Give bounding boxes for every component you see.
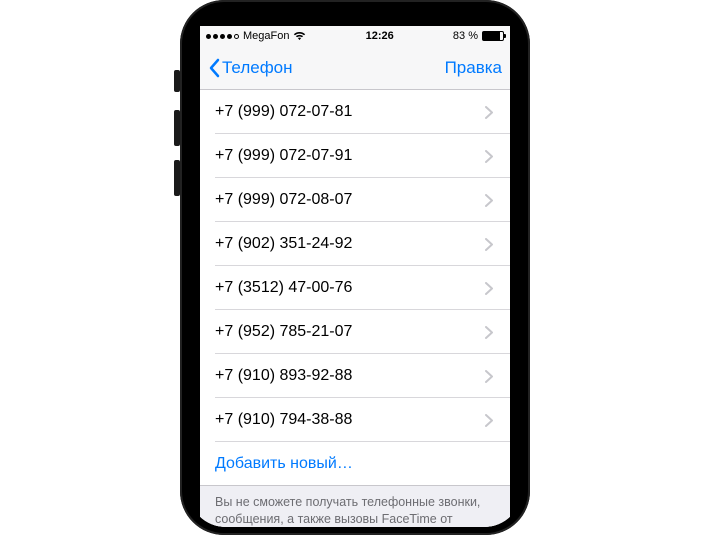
wifi-icon: [293, 31, 306, 41]
volume-up-button: [174, 110, 180, 146]
add-new-label: Добавить новый…: [215, 455, 353, 473]
blocked-number-row[interactable]: +7 (910) 893-92-88: [200, 354, 510, 398]
blocked-number-row[interactable]: +7 (999) 072-07-81: [200, 90, 510, 134]
phone-number-label: +7 (999) 072-08-07: [215, 191, 485, 209]
phone-number-label: +7 (910) 893-92-88: [215, 367, 485, 385]
navigation-bar: Телефон Правка: [200, 46, 510, 90]
phone-number-label: +7 (910) 794-38-88: [215, 411, 485, 429]
blocked-number-row[interactable]: +7 (999) 072-07-91: [200, 134, 510, 178]
blocked-list: +7 (999) 072-07-81 +7 (999) 072-07-91 +7 (…: [200, 90, 510, 527]
chevron-right-icon: [485, 414, 493, 427]
chevron-left-icon: [208, 58, 220, 78]
phone-number-label: +7 (999) 072-07-91: [215, 147, 485, 165]
phone-number-label: +7 (952) 785-21-07: [215, 323, 485, 341]
battery-icon: [482, 31, 504, 41]
blocked-number-row[interactable]: +7 (952) 785-21-07: [200, 310, 510, 354]
screen: MegaFon 12:26 83 %: [200, 26, 510, 527]
add-new-button[interactable]: Добавить новый…: [200, 442, 510, 486]
blocked-number-row[interactable]: +7 (910) 794-38-88: [200, 398, 510, 442]
status-bar: MegaFon 12:26 83 %: [200, 26, 510, 46]
edit-button[interactable]: Правка: [445, 58, 502, 78]
mute-switch: [174, 70, 180, 92]
blocked-number-row[interactable]: +7 (902) 351-24-92: [200, 222, 510, 266]
back-button[interactable]: Телефон: [208, 58, 293, 78]
footer-note: Вы не сможете получать телефонные звонки…: [200, 486, 510, 527]
chevron-right-icon: [485, 150, 493, 163]
chevron-right-icon: [485, 282, 493, 295]
blocked-number-row[interactable]: +7 (999) 072-08-07: [200, 178, 510, 222]
chevron-right-icon: [485, 194, 493, 207]
phone-number-label: +7 (902) 351-24-92: [215, 235, 485, 253]
chevron-right-icon: [485, 326, 493, 339]
volume-down-button: [174, 160, 180, 196]
chevron-right-icon: [485, 238, 493, 251]
blocked-number-row[interactable]: +7 (3512) 47-00-76: [200, 266, 510, 310]
chevron-right-icon: [485, 106, 493, 119]
clock-label: 12:26: [366, 30, 394, 42]
carrier-label: MegaFon: [243, 30, 289, 42]
chevron-right-icon: [485, 370, 493, 383]
phone-number-label: +7 (999) 072-07-81: [215, 103, 485, 121]
battery-pct-label: 83 %: [453, 30, 478, 42]
back-label: Телефон: [222, 58, 293, 78]
phone-device-frame: MegaFon 12:26 83 %: [180, 0, 530, 535]
signal-strength-icon: [206, 34, 239, 39]
phone-number-label: +7 (3512) 47-00-76: [215, 279, 485, 297]
